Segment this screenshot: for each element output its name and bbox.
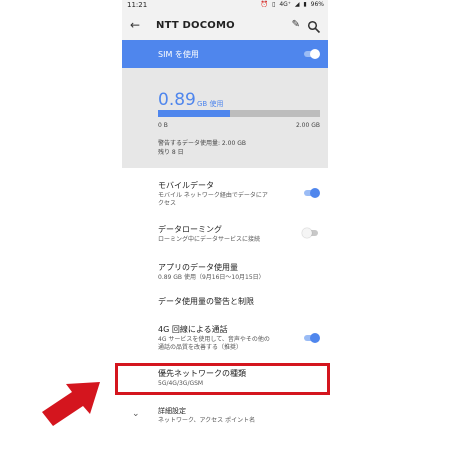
usage-progress-bar: [158, 110, 320, 117]
signal-icon: ◢: [294, 1, 300, 8]
setting-advanced[interactable]: ⌄ 詳細設定 ネットワーク、アクセス ポイント名: [122, 405, 328, 433]
toggle-knob: [310, 49, 320, 59]
chevron-down-icon[interactable]: ⌄: [132, 409, 140, 419]
search-icon[interactable]: [307, 20, 321, 34]
setting-subtitle-line: 4G サービスを使用して、音声やその他の: [158, 336, 270, 343]
status-bar: 11:21 ⏰ ▯ 4G⁺ ◢ ▮ 96%: [122, 0, 328, 13]
setting-title: データローミング: [158, 225, 222, 234]
setting-title: 4G 回線による通話: [158, 325, 228, 334]
status-time: 11:21: [127, 1, 148, 9]
app-bar: ← NTT DOCOMO ✎: [122, 13, 328, 40]
network-type: 4G⁺: [279, 1, 291, 8]
setting-subtitle-line: 0.89 GB 使用（9月16日～10月15日）: [158, 274, 265, 281]
setting-subtitle-line: ネットワーク、アクセス ポイント名: [158, 417, 256, 424]
usage-max-label: 2.00 GB: [295, 122, 320, 129]
setting-title: データ使用量の警告と制限: [158, 297, 254, 306]
red-arrow-icon: [42, 382, 100, 426]
setting-title: モバイルデータ: [158, 181, 214, 190]
status-icons: ⏰ ▯ 4G⁺ ◢ ▮ 96%: [259, 1, 324, 8]
page-title: NTT DOCOMO: [156, 20, 235, 31]
battery-level: 96%: [310, 1, 324, 8]
setting-subtitle-line: クセス: [158, 200, 177, 207]
battery-icon: ▮: [303, 1, 307, 8]
usage-remaining-text: 残り 8 日: [158, 149, 184, 156]
alarm-icon: ⏰: [260, 1, 269, 8]
edit-pencil-icon[interactable]: ✎: [292, 19, 300, 30]
setting-app-data-usage[interactable]: アプリのデータ使用量 0.89 GB 使用（9月16日～10月15日）: [122, 260, 328, 288]
usage-warning-text: 警告するデータ使用量: 2.00 GB: [158, 140, 246, 147]
setting-title: アプリのデータ使用量: [158, 263, 238, 272]
toggle-knob: [310, 333, 320, 343]
usage-min-label: 0 B: [158, 122, 168, 129]
usage-progress-fill: [158, 110, 231, 117]
setting-data-roaming[interactable]: データローミング ローミング中にデータサービスに接続: [122, 222, 328, 250]
setting-data-warning-limit[interactable]: データ使用量の警告と制限: [122, 294, 328, 314]
setting-title: 詳細設定: [158, 407, 186, 415]
setting-subtitle-line: モバイル ネットワーク経由でデータにア: [158, 192, 268, 199]
setting-4g-calling[interactable]: 4G 回線による通話 4G サービスを使用して、音声やその他の 通話の品質を改善…: [122, 322, 328, 358]
setting-subtitle-line: 通話の品質を改善する（推奨）: [158, 344, 243, 351]
mobile-data-toggle[interactable]: [302, 188, 320, 198]
data-usage-summary: 0.89 GB 使用 0 B 2.00 GB 警告するデータ使用量: 2.00 …: [122, 68, 328, 168]
use-sim-toggle[interactable]: [302, 49, 320, 59]
data-roaming-toggle[interactable]: [302, 228, 320, 238]
toggle-knob: [302, 228, 312, 238]
highlight-box: [115, 363, 330, 395]
use-sim-label: SIM を使用: [158, 50, 199, 59]
usage-unit: GB 使用: [197, 100, 224, 108]
vibrate-icon: ▯: [272, 1, 276, 8]
use-sim-row[interactable]: SIM を使用: [122, 40, 328, 68]
back-arrow-icon[interactable]: ←: [130, 18, 140, 32]
usage-amount: 0.89: [158, 90, 196, 110]
setting-subtitle-line: ローミング中にデータサービスに接続: [158, 236, 261, 243]
setting-mobile-data[interactable]: モバイルデータ モバイル ネットワーク経由でデータにア クセス: [122, 176, 328, 212]
4g-calling-toggle[interactable]: [302, 333, 320, 343]
toggle-knob: [310, 188, 320, 198]
